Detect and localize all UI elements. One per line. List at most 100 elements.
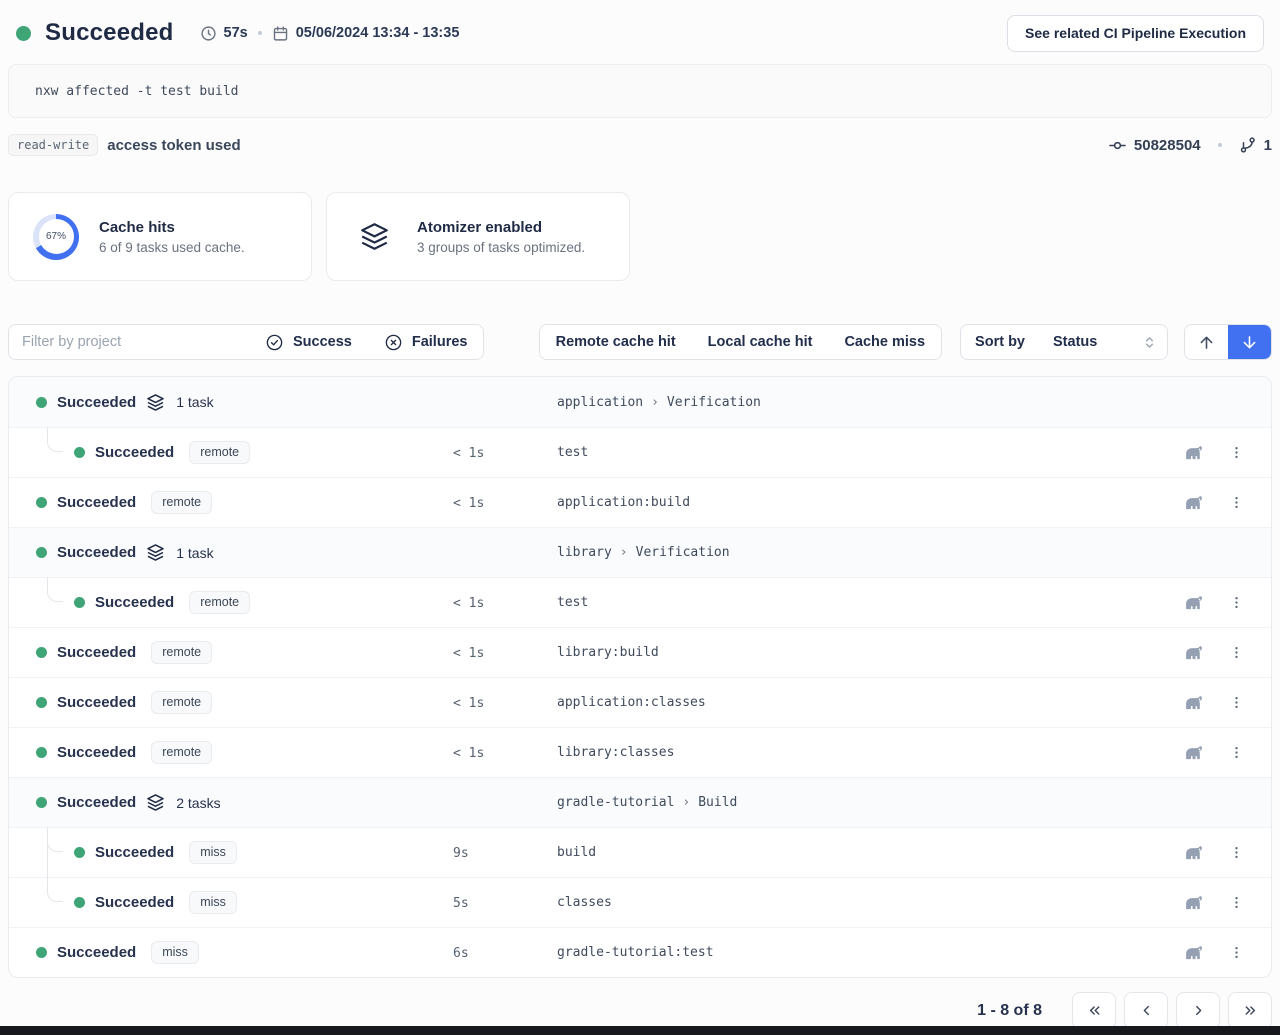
- group-row[interactable]: Succeeded1 tasklibrary›Verification: [9, 527, 1271, 577]
- gradle-icon[interactable]: [1183, 944, 1206, 961]
- status-dot: [74, 597, 85, 608]
- cache-hit-donut: 67%: [33, 214, 79, 260]
- task-duration: < 1s: [453, 646, 484, 661]
- task-row[interactable]: Succeededmiss6sgradle-tutorial:test: [9, 927, 1271, 977]
- task-list: Succeeded1 taskapplication›VerificationS…: [8, 376, 1272, 978]
- task-target: test: [557, 445, 588, 460]
- stat-cards: 67% Cache hits 6 of 9 tasks used cache. …: [8, 192, 1272, 281]
- success-filter-button[interactable]: Success: [249, 325, 368, 359]
- sort-control: Sort by Status: [960, 324, 1168, 360]
- last-page-button[interactable]: [1228, 992, 1272, 1029]
- sort-direction-group: [1184, 324, 1272, 360]
- task-row[interactable]: Succeededremote< 1sapplication:build: [9, 477, 1271, 527]
- sort-descending-button[interactable]: [1228, 325, 1271, 359]
- status-dot: [36, 697, 47, 708]
- task-target: gradle-tutorial:test: [557, 945, 714, 960]
- row-menu-button[interactable]: [1229, 894, 1244, 911]
- gradle-icon[interactable]: [1183, 844, 1206, 861]
- bottom-bar: [0, 1026, 1280, 1035]
- failures-filter-button[interactable]: Failures: [368, 325, 484, 359]
- row-status: Succeeded: [57, 494, 136, 511]
- row-status: Succeeded: [95, 444, 174, 461]
- status-dot: [74, 897, 85, 908]
- task-row[interactable]: Succeededremote< 1stest: [9, 427, 1271, 477]
- pagination: 1 - 8 of 8: [8, 992, 1272, 1029]
- cache-miss-button[interactable]: Cache miss: [828, 325, 941, 359]
- gradle-icon[interactable]: [1183, 894, 1206, 911]
- filter-toolbar: Success Failures Remote cache hit Local …: [8, 324, 1272, 360]
- task-target: classes: [557, 895, 612, 910]
- layers-icon: [351, 221, 397, 252]
- sort-ascending-button[interactable]: [1185, 325, 1228, 359]
- row-status: Succeeded: [57, 694, 136, 711]
- first-page-button[interactable]: [1072, 992, 1116, 1029]
- task-duration: 6s: [453, 946, 469, 961]
- sort-by-label: Sort by: [961, 325, 1039, 359]
- row-menu-button[interactable]: [1229, 594, 1244, 611]
- gradle-icon[interactable]: [1183, 594, 1206, 611]
- card-title: Cache hits: [99, 219, 245, 236]
- separator-dot: [1218, 143, 1222, 147]
- cache-badge: remote: [151, 741, 212, 764]
- row-status: Succeeded: [95, 594, 174, 611]
- task-row[interactable]: Succeededmiss9sbuild: [9, 827, 1271, 877]
- task-row[interactable]: Succeededremote< 1slibrary:build: [9, 627, 1271, 677]
- previous-page-button[interactable]: [1124, 992, 1168, 1029]
- status-dot: [36, 747, 47, 758]
- row-menu-button[interactable]: [1229, 744, 1244, 761]
- group-row[interactable]: Succeeded1 taskapplication›Verification: [9, 377, 1271, 427]
- task-target: build: [557, 845, 596, 860]
- row-menu-button[interactable]: [1229, 844, 1244, 861]
- access-token-text: access token used: [107, 137, 240, 154]
- status-dot: [36, 947, 47, 958]
- cache-filter-group: Remote cache hit Local cache hit Cache m…: [539, 324, 942, 360]
- gradle-icon[interactable]: [1183, 644, 1206, 661]
- remote-cache-hit-button[interactable]: Remote cache hit: [540, 325, 692, 359]
- gradle-icon[interactable]: [1183, 744, 1206, 761]
- next-page-button[interactable]: [1176, 992, 1220, 1029]
- card-subtitle: 3 groups of tasks optimized.: [417, 240, 585, 255]
- layers-icon: [146, 543, 165, 562]
- gradle-icon[interactable]: [1183, 494, 1206, 511]
- sort-select[interactable]: Status: [1039, 325, 1167, 359]
- double-chevron-left-icon: [1086, 1002, 1103, 1019]
- local-cache-hit-button[interactable]: Local cache hit: [692, 325, 829, 359]
- task-group-name: Verification: [636, 545, 730, 560]
- task-count: 1 task: [176, 394, 213, 410]
- task-duration: 9s: [453, 846, 469, 861]
- row-status: Succeeded: [57, 644, 136, 661]
- task-duration: < 1s: [453, 746, 484, 761]
- task-row[interactable]: Succeededremote< 1stest: [9, 577, 1271, 627]
- row-status: Succeeded: [57, 794, 136, 811]
- task-row[interactable]: Succeededremote< 1sapplication:classes: [9, 677, 1271, 727]
- calendar-icon: [272, 25, 289, 42]
- tree-connector: [47, 827, 63, 852]
- atomizer-card: Atomizer enabled 3 groups of tasks optim…: [326, 192, 630, 281]
- task-group-name: Verification: [667, 395, 761, 410]
- x-circle-icon: [384, 333, 403, 352]
- task-target: library:build: [557, 645, 659, 660]
- branch-count[interactable]: 1: [1264, 137, 1272, 154]
- commit-sha[interactable]: 50828504: [1134, 137, 1201, 154]
- group-row[interactable]: Succeeded2 tasksgradle-tutorial›Build: [9, 777, 1271, 827]
- gradle-icon[interactable]: [1183, 694, 1206, 711]
- cache-badge: miss: [151, 941, 199, 964]
- project-filter-group: Success Failures: [8, 324, 484, 360]
- row-menu-button[interactable]: [1229, 944, 1244, 961]
- pagination-label: 1 - 8 of 8: [977, 1002, 1042, 1020]
- task-row[interactable]: Succeededmiss5sclasses: [9, 877, 1271, 927]
- check-circle-icon: [265, 333, 284, 352]
- gradle-icon[interactable]: [1183, 444, 1206, 461]
- tree-connector: [47, 577, 63, 602]
- row-menu-button[interactable]: [1229, 444, 1244, 461]
- separator-dot: [258, 31, 262, 35]
- row-menu-button[interactable]: [1229, 494, 1244, 511]
- task-row[interactable]: Succeededremote< 1slibrary:classes: [9, 727, 1271, 777]
- see-related-pipeline-button[interactable]: See related CI Pipeline Execution: [1007, 15, 1264, 52]
- run-detail-page: Succeeded 57s 05/06/2024 13:34 - 13:35 S…: [0, 0, 1280, 1029]
- status-dot: [36, 497, 47, 508]
- row-menu-button[interactable]: [1229, 694, 1244, 711]
- status-dot: [36, 797, 47, 808]
- row-menu-button[interactable]: [1229, 644, 1244, 661]
- filter-by-project-input[interactable]: [9, 325, 249, 359]
